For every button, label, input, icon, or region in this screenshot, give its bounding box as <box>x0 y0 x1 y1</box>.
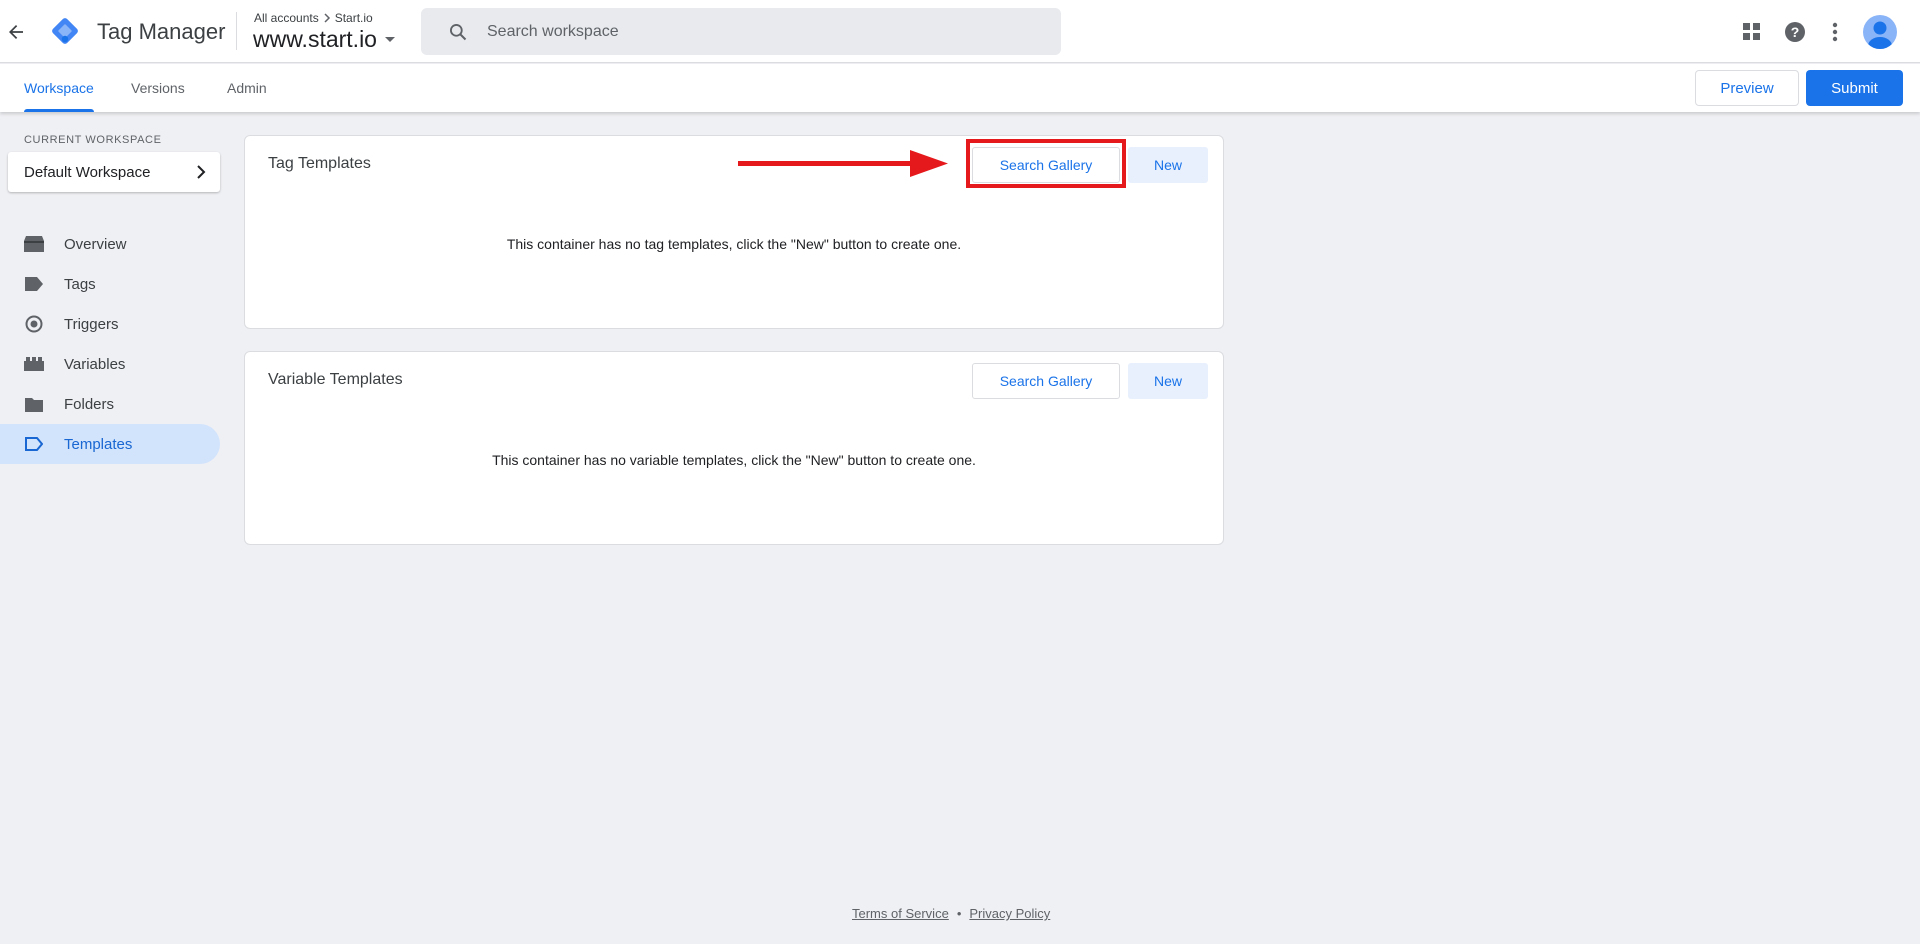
account-breadcrumb: All accounts Start.io <box>254 11 373 25</box>
sidebar-item-tags[interactable]: Tags <box>0 264 220 304</box>
search-input[interactable] <box>487 22 1007 41</box>
chevron-right-icon <box>197 165 206 179</box>
variable-templates-card: Variable Templates Search Gallery New Th… <box>244 351 1224 545</box>
tab-versions[interactable]: Versions <box>131 64 185 112</box>
tag-new-button[interactable]: New <box>1128 147 1208 183</box>
tab-workspace[interactable]: Workspace <box>24 64 94 112</box>
submit-button[interactable]: Submit <box>1806 70 1903 106</box>
variable-templates-empty-message: This container has no variable templates… <box>492 452 976 468</box>
container-name: www.start.io <box>253 26 377 52</box>
dropdown-caret-icon <box>384 37 395 42</box>
tag-templates-card: Tag Templates Search Gallery New This co… <box>244 135 1224 329</box>
variable-templates-title: Variable Templates <box>268 371 403 388</box>
workspace-name: Default Workspace <box>24 163 151 181</box>
header-divider <box>236 12 237 50</box>
workspace-selector[interactable]: Default Workspace <box>8 152 220 192</box>
current-workspace-label: CURRENT WORKSPACE <box>24 134 162 146</box>
apps-grid-icon[interactable] <box>1740 20 1764 44</box>
top-app-bar: Tag Manager All accounts Start.io www.st… <box>0 0 1920 63</box>
search-icon <box>446 20 470 44</box>
overview-icon <box>24 234 44 254</box>
account-name-link[interactable]: Start.io <box>335 11 373 25</box>
variable-new-button[interactable]: New <box>1128 363 1208 399</box>
sidebar-item-templates[interactable]: Templates <box>0 424 220 464</box>
more-vert-icon[interactable] <box>1823 20 1847 44</box>
search-bar[interactable] <box>421 8 1061 55</box>
privacy-policy-link[interactable]: Privacy Policy <box>969 906 1050 921</box>
terms-of-service-link[interactable]: Terms of Service <box>852 906 949 921</box>
variable-search-gallery-button[interactable]: Search Gallery <box>972 363 1120 399</box>
tag-templates-title: Tag Templates <box>268 155 371 172</box>
variables-icon <box>24 354 44 374</box>
chevron-right-icon <box>324 13 330 23</box>
sidebar-item-triggers[interactable]: Triggers <box>0 304 220 344</box>
tag-search-gallery-button[interactable]: Search Gallery <box>972 147 1120 183</box>
tab-admin[interactable]: Admin <box>227 64 267 112</box>
tag-templates-empty-message: This container has no tag templates, cli… <box>506 236 962 252</box>
container-selector[interactable]: www.start.io <box>253 26 395 53</box>
app-title: Tag Manager <box>97 19 226 44</box>
back-arrow-icon[interactable] <box>4 20 28 44</box>
svg-text:?: ? <box>1791 24 1800 40</box>
footer: Terms of Service • Privacy Policy <box>852 906 1050 921</box>
tag-manager-logo-icon <box>48 14 82 48</box>
sidebar-item-overview[interactable]: Overview <box>0 224 220 264</box>
tag-icon <box>24 274 44 294</box>
template-icon <box>24 434 44 454</box>
folder-icon <box>24 394 44 414</box>
help-icon[interactable]: ? <box>1783 20 1807 44</box>
sidebar-item-variables[interactable]: Variables <box>0 344 220 384</box>
trigger-icon <box>24 314 44 334</box>
all-accounts-link[interactable]: All accounts <box>254 11 319 25</box>
sidebar-item-folders[interactable]: Folders <box>0 384 220 424</box>
footer-separator: • <box>956 906 962 921</box>
annotation-arrow <box>738 150 948 177</box>
preview-button[interactable]: Preview <box>1695 70 1799 106</box>
workspace-nav: Workspace Versions Admin Preview Submit <box>0 64 1920 112</box>
account-avatar[interactable] <box>1863 15 1897 49</box>
